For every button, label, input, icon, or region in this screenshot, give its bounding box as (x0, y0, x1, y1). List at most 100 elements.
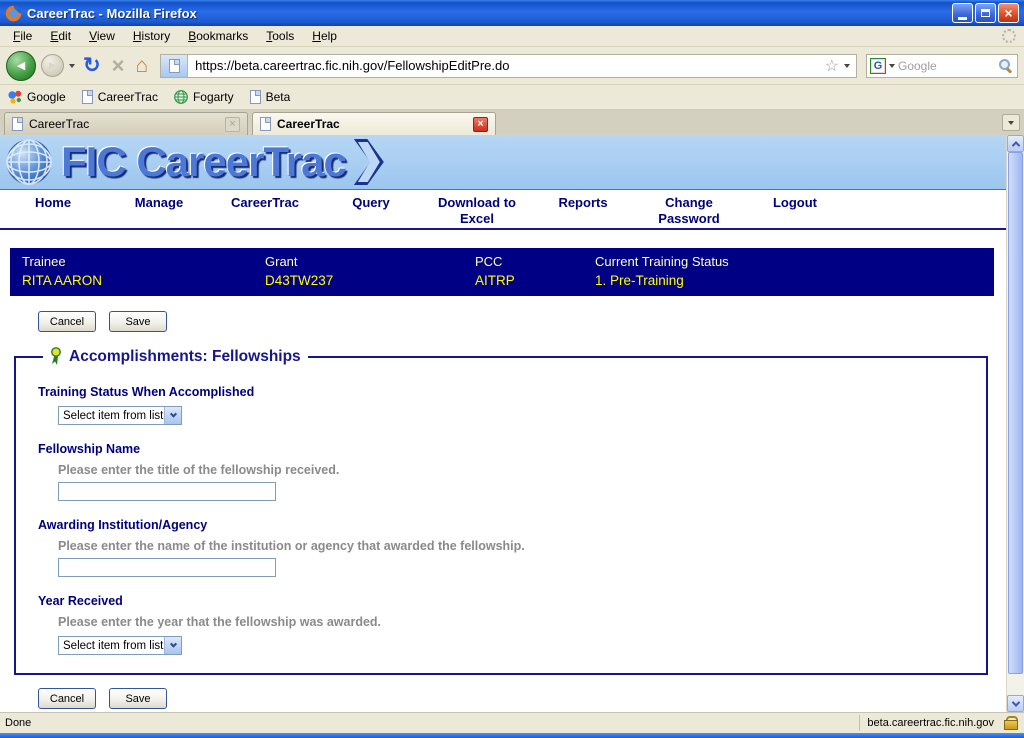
nav-manage[interactable]: Manage (106, 195, 212, 211)
year-received-select[interactable]: Select item from list... (58, 636, 182, 655)
training-status-select[interactable]: Select item from list... (58, 406, 182, 425)
menu-edit[interactable]: Edit (41, 27, 80, 45)
scrollbar-track[interactable] (1007, 674, 1024, 695)
menu-bar: File Edit View History Bookmarks Tools H… (0, 26, 1024, 47)
search-input[interactable] (898, 58, 996, 73)
bookmark-label: Fogarty (192, 90, 234, 104)
menu-help[interactable]: Help (303, 27, 346, 45)
training-status-label: Training Status When Accomplished (38, 385, 255, 399)
search-icon[interactable] (998, 58, 1012, 73)
google-engine-icon[interactable]: G (870, 57, 886, 74)
vertical-scrollbar[interactable] (1006, 135, 1024, 712)
status-bar: Done beta.careertrac.fic.nih.gov (0, 712, 1024, 733)
scroll-up-button[interactable] (1007, 135, 1024, 152)
back-button[interactable] (6, 50, 36, 81)
awarding-institution-hint: Please enter the name of the institution… (58, 539, 525, 553)
select-value: Select item from list... (63, 409, 164, 422)
bookmark-beta[interactable]: Beta (249, 90, 290, 104)
chevron-up-icon (1011, 140, 1020, 150)
tab-label: CareerTrac (277, 117, 340, 131)
site-banner: FIC CareerTrac (0, 135, 1006, 190)
tab-careertrac-1[interactable]: CareerTrac (4, 112, 248, 135)
window-title: CareerTrac - Mozilla Firefox (27, 5, 197, 21)
search-box[interactable]: G (866, 53, 1018, 78)
grant-column: Grant D43TW237 (265, 254, 475, 288)
chevron-down-icon (1011, 697, 1020, 707)
menu-file[interactable]: File (4, 27, 41, 45)
google-balls-icon (8, 90, 22, 104)
fellowship-name-input[interactable] (58, 482, 276, 501)
awarding-institution-label: Awarding Institution/Agency (38, 518, 208, 532)
bookmark-careertrac[interactable]: CareerTrac (81, 90, 158, 104)
bookmark-star-icon[interactable] (820, 56, 844, 76)
menu-tools[interactable]: Tools (257, 27, 303, 45)
url-dropdown-icon[interactable] (844, 63, 850, 68)
cancel-button[interactable]: Cancel (38, 311, 96, 332)
nav-change-password[interactable]: Change Password (636, 195, 742, 226)
ribbon-icon (51, 347, 61, 365)
banner-chevron-icon (353, 139, 384, 185)
nav-careertrac[interactable]: CareerTrac (212, 195, 318, 211)
menu-bookmarks[interactable]: Bookmarks (179, 27, 257, 45)
menu-view[interactable]: View (80, 27, 124, 45)
grant-header: Grant (265, 254, 298, 269)
year-received-hint: Please enter the year that the fellowshi… (58, 615, 382, 629)
save-button[interactable]: Save (109, 311, 167, 332)
tab-careertrac-2[interactable]: CareerTrac (252, 112, 496, 135)
bookmark-label: CareerTrac (97, 90, 158, 104)
nav-logout[interactable]: Logout (742, 195, 848, 211)
restore-button[interactable] (975, 3, 996, 23)
training-status-header: Current Training Status (595, 254, 729, 269)
select-dropdown-button[interactable] (164, 637, 181, 654)
search-engine-dropdown-icon[interactable] (889, 63, 895, 68)
chevron-down-icon (169, 640, 177, 648)
scrollbar-thumb[interactable] (1008, 152, 1023, 674)
site-nav-menu: Home Manage CareerTrac Query Download to… (0, 190, 1006, 230)
home-button[interactable] (132, 55, 151, 76)
bookmarks-toolbar: Google CareerTrac Fogarty Beta (0, 85, 1024, 110)
fellowship-name-hint: Please enter the title of the fellowship… (58, 463, 340, 477)
url-text[interactable]: https://beta.careertrac.fic.nih.gov/Fell… (188, 58, 820, 73)
scroll-down-button[interactable] (1007, 695, 1024, 712)
nav-query[interactable]: Query (318, 195, 424, 211)
bookmark-label: Google (27, 90, 66, 104)
select-dropdown-button[interactable] (164, 407, 181, 424)
nav-download-to-excel[interactable]: Download to Excel (424, 195, 530, 226)
forward-button[interactable] (41, 54, 64, 77)
cancel-button[interactable]: Cancel (38, 688, 96, 709)
bookmark-google[interactable]: Google (8, 90, 66, 104)
top-action-buttons: Cancel Save (38, 311, 1006, 332)
browser-window: CareerTrac - Mozilla Firefox File Edit V… (0, 0, 1024, 738)
page-icon (260, 117, 271, 131)
list-all-tabs-button[interactable] (1002, 114, 1020, 131)
lock-icon[interactable] (1004, 716, 1018, 730)
reload-button[interactable] (80, 55, 104, 76)
page-icon (12, 117, 23, 131)
trainee-name: RITA AARON (22, 273, 103, 288)
fic-banner-globe-icon (6, 139, 52, 185)
bookmark-fogarty[interactable]: Fogarty (174, 90, 234, 104)
nav-reports[interactable]: Reports (530, 195, 636, 211)
history-dropdown-icon[interactable] (69, 63, 75, 68)
throbber-icon (1002, 29, 1016, 43)
fogarty-globe-icon (174, 90, 188, 104)
site-favicon-box (161, 54, 189, 77)
content-viewport: FIC CareerTrac Home Manage CareerTrac Qu… (0, 135, 1024, 712)
address-bar[interactable]: https://beta.careertrac.fic.nih.gov/Fell… (160, 53, 857, 78)
tab-close-icon[interactable] (473, 116, 488, 132)
page-icon (168, 58, 180, 73)
close-button[interactable] (998, 3, 1019, 23)
chevron-down-icon (1008, 120, 1014, 125)
trainee-info-bar: Trainee RITA AARON Grant D43TW237 PCC AI… (10, 248, 994, 296)
minimize-button[interactable] (952, 3, 973, 23)
tab-bar: CareerTrac CareerTrac (0, 110, 1024, 135)
tab-close-icon[interactable] (225, 116, 240, 132)
awarding-institution-input[interactable] (58, 558, 276, 577)
status-domain: beta.careertrac.fic.nih.gov (859, 715, 1001, 731)
nav-home[interactable]: Home (0, 195, 106, 211)
trainee-header: Trainee (22, 254, 66, 269)
save-button[interactable]: Save (109, 688, 167, 709)
menu-history[interactable]: History (124, 27, 179, 45)
bottom-action-buttons: Cancel Save (38, 688, 1006, 709)
stop-button[interactable] (109, 55, 128, 77)
